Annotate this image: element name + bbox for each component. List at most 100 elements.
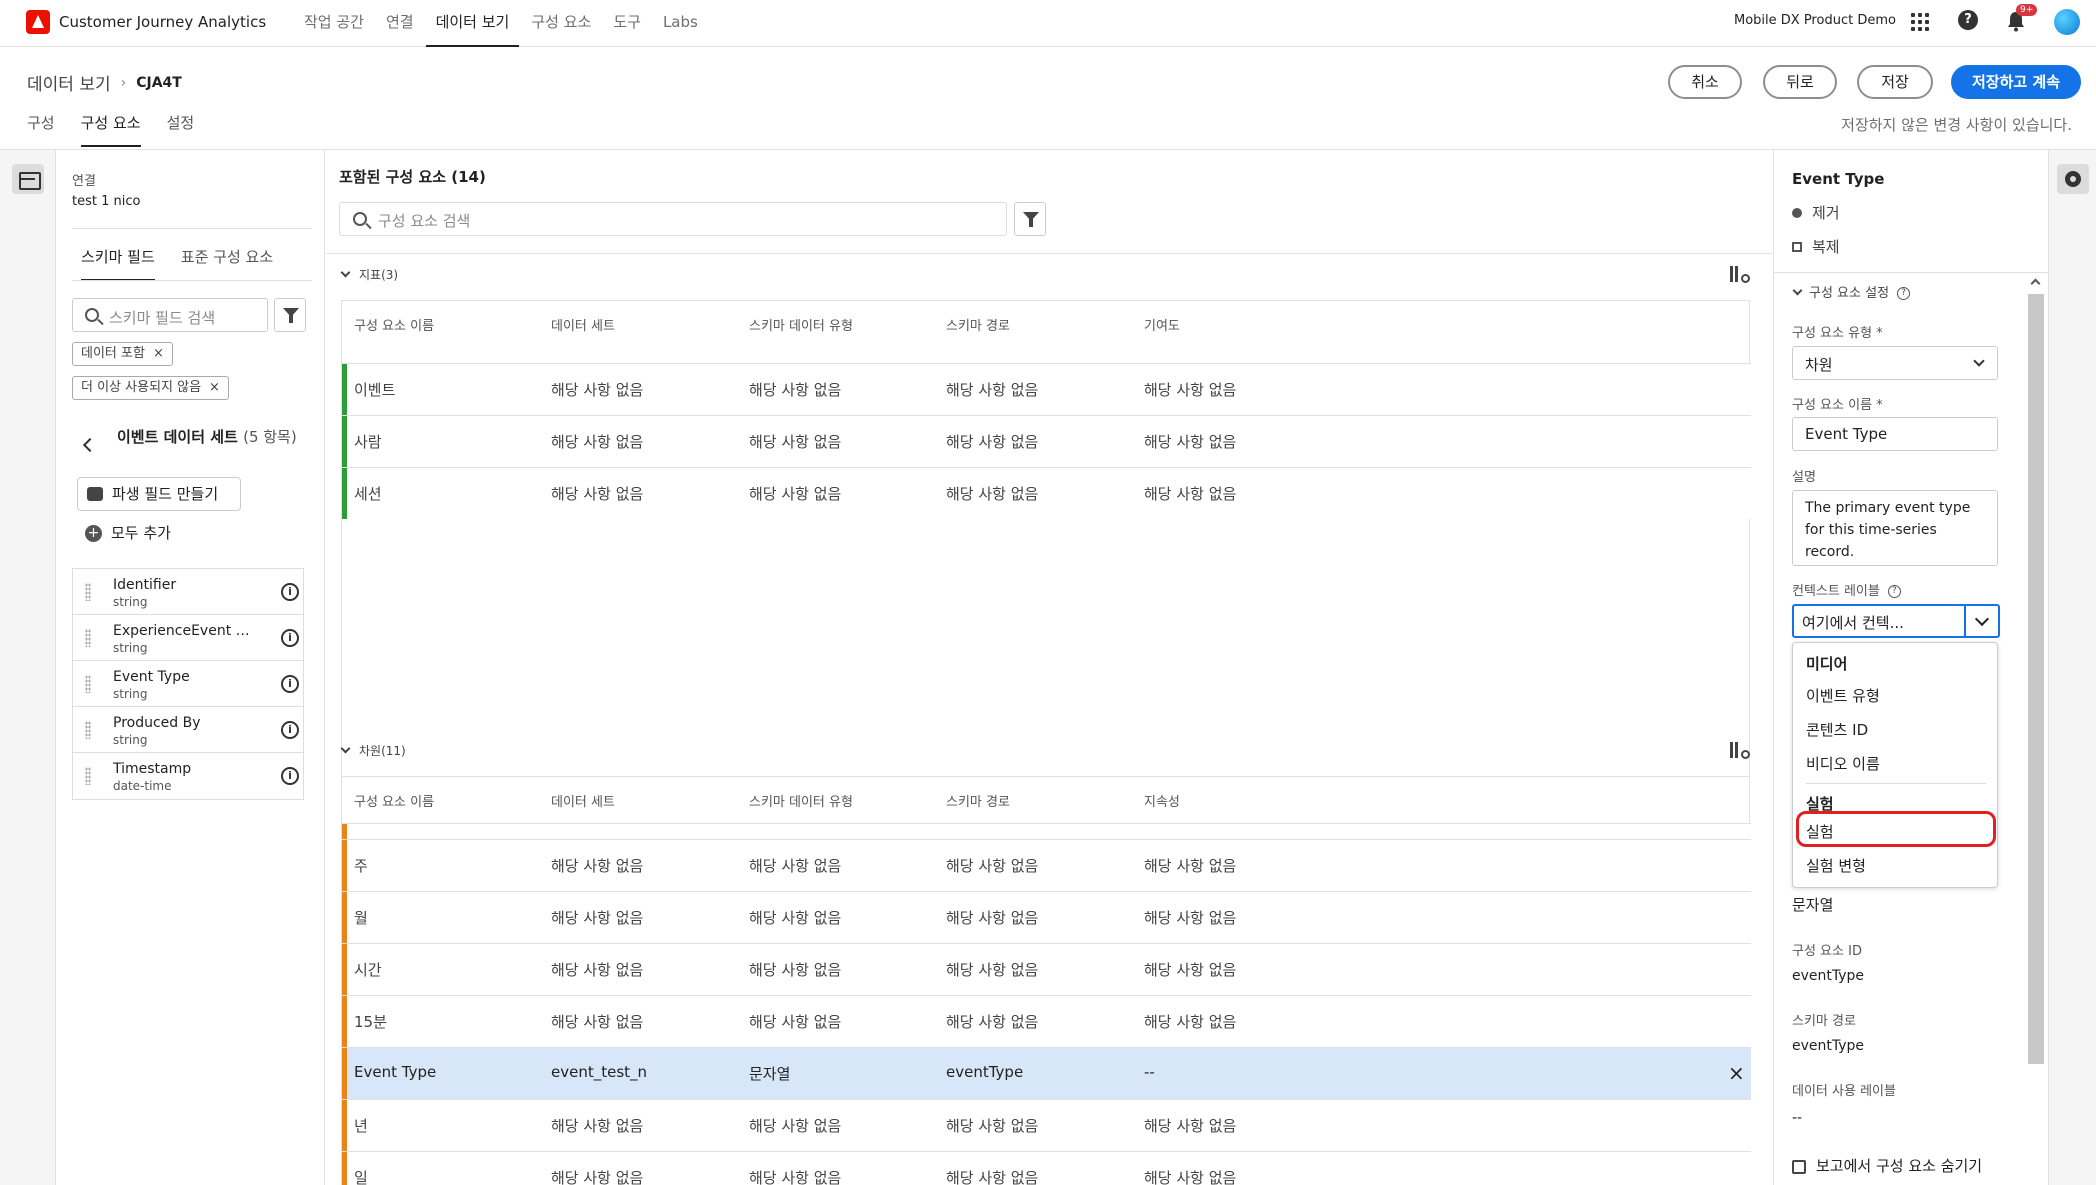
drag-handle-icon[interactable]: [85, 721, 91, 739]
list-item[interactable]: Timestamp date-time i: [73, 753, 303, 799]
column-header[interactable]: 구성 요소 이름: [354, 791, 434, 810]
column-settings-icon[interactable]: [1730, 742, 1750, 760]
table-row[interactable]: 주 해당 사항 없음 해당 사항 없음 해당 사항 없음 해당 사항 없음: [342, 839, 1751, 891]
filter-icon[interactable]: [274, 298, 306, 332]
dropdown-group-header: 미디어: [1806, 655, 1848, 673]
scrollbar[interactable]: [2027, 272, 2045, 1185]
panel-toggle-icon[interactable]: [12, 164, 44, 194]
table-row[interactable]: 년 해당 사항 없음 해당 사항 없음 해당 사항 없음 해당 사항 없음: [342, 1099, 1751, 1151]
remove-button[interactable]: 제거: [1792, 202, 1840, 223]
filter-chip-has-data[interactable]: 데이터 포함 ×: [72, 342, 173, 366]
component-type-select[interactable]: 차원: [1792, 346, 1998, 380]
dropdown-item[interactable]: 이벤트 유형: [1806, 685, 1880, 706]
info-icon[interactable]: i: [281, 629, 299, 647]
filter-icon[interactable]: [1014, 202, 1046, 236]
dropdown-item[interactable]: 실험: [1806, 821, 1834, 842]
info-icon[interactable]: i: [281, 675, 299, 693]
info-icon[interactable]: i: [281, 583, 299, 601]
create-derived-field-button[interactable]: 파생 필드 만들기: [77, 477, 241, 511]
tab-schema-fields[interactable]: 스키마 필드: [81, 246, 155, 281]
column-header[interactable]: 스키마 데이터 유형: [749, 791, 853, 810]
column-settings-icon[interactable]: [1730, 266, 1750, 284]
add-all-button[interactable]: + 모두 추가: [77, 517, 185, 551]
nav-connections[interactable]: 연결: [376, 0, 424, 47]
column-header[interactable]: 지속성: [1144, 791, 1180, 810]
save-button[interactable]: 저장: [1857, 65, 1933, 99]
table-row[interactable]: 월 해당 사항 없음 해당 사항 없음 해당 사항 없음 해당 사항 없음: [342, 891, 1751, 943]
metrics-section-toggle[interactable]: 지표(3): [339, 266, 398, 283]
column-header[interactable]: 스키마 데이터 유형: [749, 315, 853, 334]
table-row[interactable]: 이벤트 해당 사항 없음 해당 사항 없음 해당 사항 없음 해당 사항 없음: [342, 363, 1751, 415]
help-icon[interactable]: ?: [1887, 585, 1901, 598]
nav-labs[interactable]: Labs: [653, 0, 708, 47]
schema-search-input[interactable]: 스키마 필드 검색: [72, 298, 268, 332]
context-label-combobox[interactable]: 여기에서 컨텍...: [1792, 604, 2000, 638]
app-title[interactable]: Customer Journey Analytics: [59, 13, 266, 31]
table-row[interactable]: [342, 823, 1751, 839]
avatar[interactable]: [2054, 9, 2080, 35]
column-header[interactable]: 스키마 경로: [946, 315, 1010, 334]
drag-handle-icon[interactable]: [85, 629, 91, 647]
info-icon[interactable]: i: [281, 721, 299, 739]
close-icon[interactable]: ×: [1728, 1061, 1745, 1085]
table-cell: 해당 사항 없음: [1144, 961, 1237, 979]
dimensions-section-toggle[interactable]: 차원(11): [339, 742, 406, 759]
help-icon[interactable]: ?: [1958, 10, 1978, 30]
nav-data-views[interactable]: 데이터 보기: [425, 0, 520, 47]
table-row[interactable]: 일 해당 사항 없음 해당 사항 없음 해당 사항 없음 해당 사항 없음: [342, 1151, 1751, 1185]
column-header[interactable]: 스키마 경로: [946, 791, 1010, 810]
combobox-value[interactable]: 여기에서 컨텍...: [1802, 612, 1904, 633]
description-field[interactable]: The primary event type for this time-ser…: [1792, 490, 1998, 566]
cancel-button[interactable]: 취소: [1668, 65, 1742, 99]
settings-section-toggle[interactable]: 구성 요소 설정?: [1792, 282, 1911, 301]
gear-icon[interactable]: [2057, 164, 2089, 194]
chip-label: 데이터 포함: [81, 346, 145, 361]
filter-chip-deprecated[interactable]: 더 이상 사용되지 않음 ×: [72, 376, 229, 400]
scroll-thumb[interactable]: [2028, 294, 2044, 1064]
close-icon[interactable]: ×: [209, 380, 220, 395]
drag-handle-icon[interactable]: [85, 767, 91, 785]
column-header[interactable]: 기여도: [1144, 315, 1180, 334]
duplicate-button[interactable]: 복제: [1792, 236, 1840, 257]
scroll-up-icon[interactable]: [2030, 278, 2041, 289]
hide-in-reporting-checkbox[interactable]: [1792, 1160, 1806, 1174]
dropdown-item[interactable]: 콘텐츠 ID: [1806, 719, 1868, 740]
column-header[interactable]: 구성 요소 이름: [354, 315, 434, 334]
nav-workspace[interactable]: 작업 공간: [294, 0, 374, 47]
back-button[interactable]: 뒤로: [1763, 65, 1837, 99]
tab-configure[interactable]: 구성: [27, 112, 55, 147]
apps-grid-icon[interactable]: [1908, 10, 1932, 34]
help-icon[interactable]: ?: [1897, 287, 1911, 300]
table-row[interactable]: 세션 해당 사항 없음 해당 사항 없음 해당 사항 없음 해당 사항 없음: [342, 467, 1751, 519]
table-row[interactable]: 시간 해당 사항 없음 해당 사항 없음 해당 사항 없음 해당 사항 없음: [342, 943, 1751, 995]
org-switcher[interactable]: Mobile DX Product Demo: [1734, 13, 1896, 28]
tab-standard-components[interactable]: 표준 구성 요소: [181, 246, 273, 281]
info-icon[interactable]: i: [281, 767, 299, 785]
close-icon[interactable]: ×: [153, 346, 164, 361]
table-row[interactable]: 사람 해당 사항 없음 해당 사항 없음 해당 사항 없음 해당 사항 없음: [342, 415, 1751, 467]
table-row[interactable]: 15분 해당 사항 없음 해당 사항 없음 해당 사항 없음 해당 사항 없음: [342, 995, 1751, 1047]
list-item[interactable]: ExperienceEvent metadata string i: [73, 615, 303, 661]
drag-handle-icon[interactable]: [85, 583, 91, 601]
adobe-logo-icon[interactable]: [26, 10, 50, 34]
component-search-input[interactable]: 구성 요소 검색: [339, 202, 1007, 236]
nav-tools[interactable]: 도구: [603, 0, 651, 47]
dropdown-item[interactable]: 비디오 이름: [1806, 753, 1880, 774]
list-item[interactable]: Produced By string i: [73, 707, 303, 753]
dropdown-item[interactable]: 실험 변형: [1806, 855, 1866, 876]
column-header[interactable]: 데이터 세트: [551, 315, 615, 334]
chevron-left-icon[interactable]: [82, 437, 98, 453]
drag-handle-icon[interactable]: [85, 675, 91, 693]
nav-components[interactable]: 구성 요소: [521, 0, 601, 47]
table-row[interactable]: Event Type event_test_n 문자열 eventType -- ×: [342, 1047, 1751, 1099]
chevron-down-icon[interactable]: [1964, 606, 1998, 636]
list-item[interactable]: Event Type string i: [73, 661, 303, 707]
save-continue-button[interactable]: 저장하고 계속: [1951, 65, 2081, 99]
column-header[interactable]: 데이터 세트: [551, 791, 615, 810]
tab-components[interactable]: 구성 요소: [80, 112, 141, 147]
context-label-label: 컨텍스트 레이블?: [1792, 580, 1901, 599]
list-item[interactable]: Identifier string i: [73, 569, 303, 615]
tab-settings[interactable]: 설정: [167, 112, 195, 147]
breadcrumb-root[interactable]: 데이터 보기: [27, 70, 111, 95]
component-name-field[interactable]: Event Type: [1792, 417, 1998, 451]
